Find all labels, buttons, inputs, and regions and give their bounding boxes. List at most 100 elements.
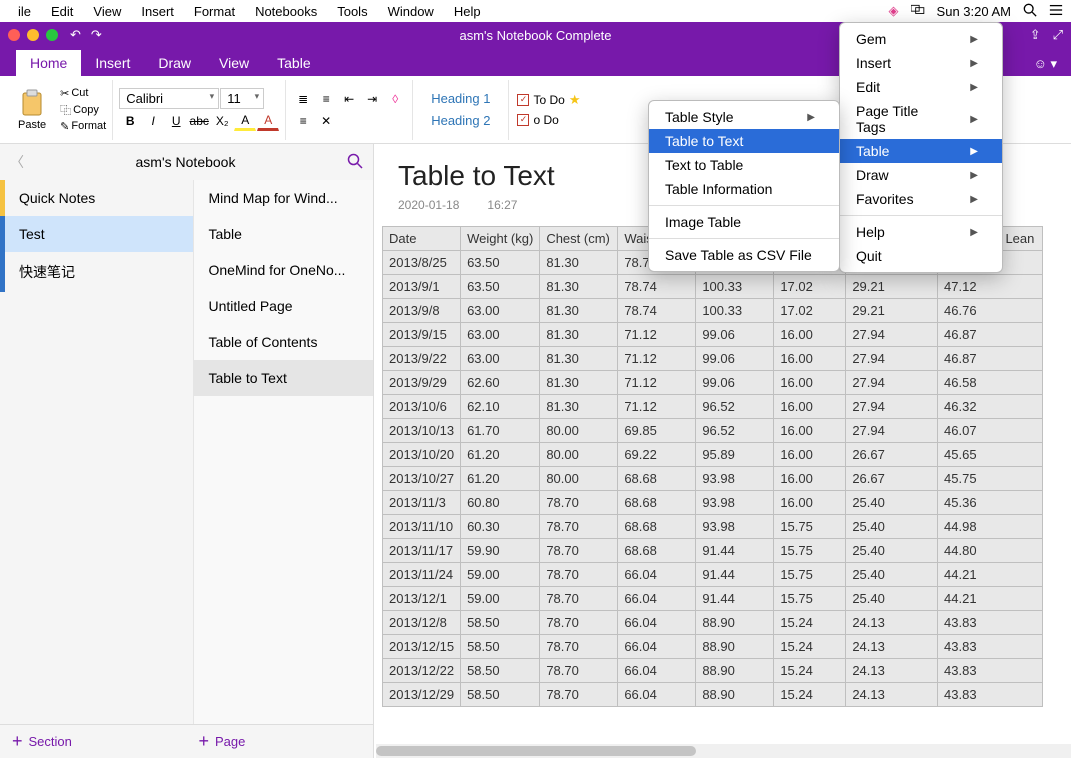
table-cell[interactable]: 59.00 xyxy=(461,563,540,587)
table-row[interactable]: 2013/12/2258.5078.7066.0488.9015.2424.13… xyxy=(383,659,1043,683)
table-cell[interactable]: 69.85 xyxy=(618,419,696,443)
highlight-button[interactable]: A xyxy=(234,111,256,131)
copy-button[interactable]: ⿻Copy xyxy=(60,102,106,118)
table-cell[interactable]: 66.04 xyxy=(618,683,696,707)
table-cell[interactable]: 99.06 xyxy=(696,371,774,395)
table-cell[interactable]: 61.20 xyxy=(461,467,540,491)
table-menu-tabletotext[interactable]: Table to Text xyxy=(649,129,839,153)
table-cell[interactable]: 78.70 xyxy=(540,659,618,683)
table-row[interactable]: 2013/9/163.5081.3078.74100.3317.0229.214… xyxy=(383,275,1043,299)
table-header[interactable]: Weight (kg) xyxy=(461,227,540,251)
table-cell[interactable]: 95.89 xyxy=(696,443,774,467)
table-cell[interactable]: 80.00 xyxy=(540,419,618,443)
table-cell[interactable]: 66.04 xyxy=(618,587,696,611)
table-cell[interactable]: 2013/12/29 xyxy=(383,683,461,707)
gem-menu-insert[interactable]: Insert▶ xyxy=(840,51,1002,75)
table-cell[interactable]: 81.30 xyxy=(540,275,618,299)
table-cell[interactable]: 78.70 xyxy=(540,611,618,635)
subscript-button[interactable]: X₂ xyxy=(211,111,233,131)
table-cell[interactable]: 2013/12/22 xyxy=(383,659,461,683)
table-cell[interactable]: 15.24 xyxy=(774,659,846,683)
table-row[interactable]: 2013/10/1361.7080.0069.8596.5216.0027.94… xyxy=(383,419,1043,443)
share-icon[interactable]: ⇪ xyxy=(1030,27,1041,43)
table-cell[interactable]: 81.30 xyxy=(540,371,618,395)
table-cell[interactable]: 44.21 xyxy=(938,563,1043,587)
table-cell[interactable]: 68.68 xyxy=(618,539,696,563)
tab-insert[interactable]: Insert xyxy=(81,50,144,76)
menu-notebooks[interactable]: Notebooks xyxy=(245,4,327,19)
table-cell[interactable]: 88.90 xyxy=(696,635,774,659)
table-cell[interactable]: 25.40 xyxy=(846,515,938,539)
indent-button[interactable]: ⇥ xyxy=(361,89,383,109)
table-cell[interactable]: 16.00 xyxy=(774,467,846,491)
align-button[interactable]: ≡ xyxy=(292,111,314,131)
spotlight-icon[interactable] xyxy=(1023,3,1037,20)
table-row[interactable]: 2013/12/1558.5078.7066.0488.9015.2424.13… xyxy=(383,635,1043,659)
table-cell[interactable]: 15.24 xyxy=(774,683,846,707)
table-cell[interactable]: 46.32 xyxy=(938,395,1043,419)
table-cell[interactable]: 61.70 xyxy=(461,419,540,443)
table-cell[interactable]: 66.04 xyxy=(618,563,696,587)
table-cell[interactable]: 78.74 xyxy=(618,299,696,323)
table-cell[interactable]: 81.30 xyxy=(540,323,618,347)
table-header[interactable]: Date xyxy=(383,227,461,251)
table-cell[interactable]: 91.44 xyxy=(696,587,774,611)
table-cell[interactable]: 2013/9/1 xyxy=(383,275,461,299)
table-cell[interactable]: 16.00 xyxy=(774,323,846,347)
table-cell[interactable]: 2013/12/15 xyxy=(383,635,461,659)
table-cell[interactable]: 78.70 xyxy=(540,515,618,539)
gem-menu-gem[interactable]: Gem▶ xyxy=(840,27,1002,51)
table-menu-savecsv[interactable]: Save Table as CSV File xyxy=(649,243,839,267)
table-row[interactable]: 2013/10/2761.2080.0068.6893.9816.0026.67… xyxy=(383,467,1043,491)
table-menu-style[interactable]: Table Style▶ xyxy=(649,105,839,129)
table-cell[interactable]: 15.24 xyxy=(774,635,846,659)
table-cell[interactable]: 15.75 xyxy=(774,515,846,539)
bullets-button[interactable]: ≣ xyxy=(292,89,314,109)
table-cell[interactable]: 78.70 xyxy=(540,587,618,611)
table-cell[interactable]: 2013/9/15 xyxy=(383,323,461,347)
table-cell[interactable]: 16.00 xyxy=(774,491,846,515)
table-cell[interactable]: 43.83 xyxy=(938,659,1043,683)
table-cell[interactable]: 29.21 xyxy=(846,299,938,323)
table-cell[interactable]: 26.67 xyxy=(846,443,938,467)
table-cell[interactable]: 59.00 xyxy=(461,587,540,611)
table-cell[interactable]: 2013/9/22 xyxy=(383,347,461,371)
back-icon[interactable]: 〈 xyxy=(10,152,24,172)
table-cell[interactable]: 44.98 xyxy=(938,515,1043,539)
table-cell[interactable]: 2013/8/25 xyxy=(383,251,461,275)
table-cell[interactable]: 15.75 xyxy=(774,587,846,611)
table-cell[interactable]: 27.94 xyxy=(846,395,938,419)
table-cell[interactable]: 66.04 xyxy=(618,611,696,635)
table-cell[interactable]: 46.07 xyxy=(938,419,1043,443)
table-row[interactable]: 2013/12/159.0078.7066.0491.4415.7525.404… xyxy=(383,587,1043,611)
italic-button[interactable]: I xyxy=(142,111,164,131)
table-cell[interactable]: 81.30 xyxy=(540,347,618,371)
table-cell[interactable]: 43.83 xyxy=(938,683,1043,707)
minimize-button[interactable] xyxy=(27,29,39,41)
table-cell[interactable]: 43.83 xyxy=(938,611,1043,635)
table-cell[interactable]: 2013/11/3 xyxy=(383,491,461,515)
table-cell[interactable]: 25.40 xyxy=(846,587,938,611)
fullscreen-icon[interactable]: ⤢ xyxy=(1053,27,1063,43)
tag-todo[interactable]: ✓To Do★ xyxy=(517,91,580,109)
page-item[interactable]: OneMind for OneNo... xyxy=(194,252,373,288)
table-cell[interactable]: 93.98 xyxy=(696,491,774,515)
table-cell[interactable]: 81.30 xyxy=(540,251,618,275)
gem-menu-help[interactable]: Help▶ xyxy=(840,220,1002,244)
table-row[interactable]: 2013/11/2459.0078.7066.0491.4415.7525.40… xyxy=(383,563,1043,587)
table-cell[interactable]: 71.12 xyxy=(618,371,696,395)
menu-edit[interactable]: Edit xyxy=(41,4,83,19)
menu-icon[interactable] xyxy=(1049,3,1063,20)
table-cell[interactable]: 45.36 xyxy=(938,491,1043,515)
table-cell[interactable]: 25.40 xyxy=(846,563,938,587)
table-menu-info[interactable]: Table Information xyxy=(649,177,839,201)
table-cell[interactable]: 16.00 xyxy=(774,419,846,443)
table-cell[interactable]: 66.04 xyxy=(618,635,696,659)
table-cell[interactable]: 16.00 xyxy=(774,347,846,371)
table-cell[interactable]: 91.44 xyxy=(696,563,774,587)
table-cell[interactable]: 26.67 xyxy=(846,467,938,491)
table-cell[interactable]: 60.80 xyxy=(461,491,540,515)
table-cell[interactable]: 2013/10/27 xyxy=(383,467,461,491)
table-cell[interactable]: 25.40 xyxy=(846,491,938,515)
section-cn[interactable]: 快速笔记 xyxy=(0,252,193,292)
